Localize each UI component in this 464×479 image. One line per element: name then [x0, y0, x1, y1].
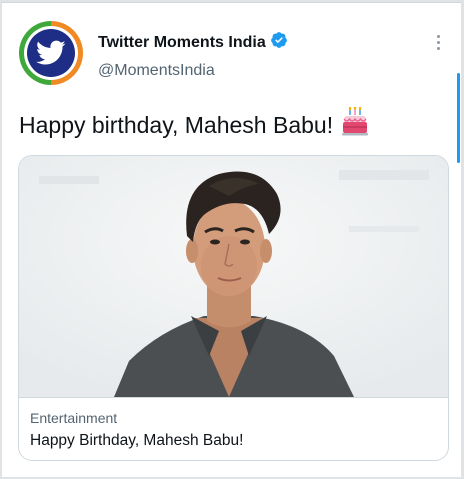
card-image[interactable]: [19, 156, 448, 398]
tweet-container[interactable]: Twitter Moments India @MomentsIndia Happ…: [2, 2, 461, 477]
verified-badge-icon: [270, 31, 288, 54]
account-name[interactable]: Twitter Moments India: [98, 34, 266, 52]
account-name-row[interactable]: Twitter Moments India: [98, 31, 288, 54]
twitter-bird-icon: [27, 29, 75, 77]
birthday-cake-icon: [341, 106, 369, 143]
link-card[interactable]: Entertainment Happy Birthday, Mahesh Bab…: [18, 155, 449, 461]
card-title[interactable]: Happy Birthday, Mahesh Babu!: [30, 432, 243, 450]
tweet-text: Happy birthday, Mahesh Babu!: [19, 111, 334, 138]
account-handle[interactable]: @MomentsIndia: [98, 62, 215, 80]
portrait-photo: [19, 156, 448, 397]
tweet-text-row: Happy birthday, Mahesh Babu!: [19, 106, 369, 143]
scrollbar[interactable]: [457, 73, 460, 163]
more-dot: [436, 40, 440, 44]
more-options-icon[interactable]: [432, 31, 444, 53]
more-dot: [436, 46, 440, 50]
more-dot: [436, 34, 440, 38]
card-category: Entertainment: [30, 410, 118, 426]
avatar-ring: [24, 26, 78, 80]
avatar[interactable]: [19, 21, 83, 85]
